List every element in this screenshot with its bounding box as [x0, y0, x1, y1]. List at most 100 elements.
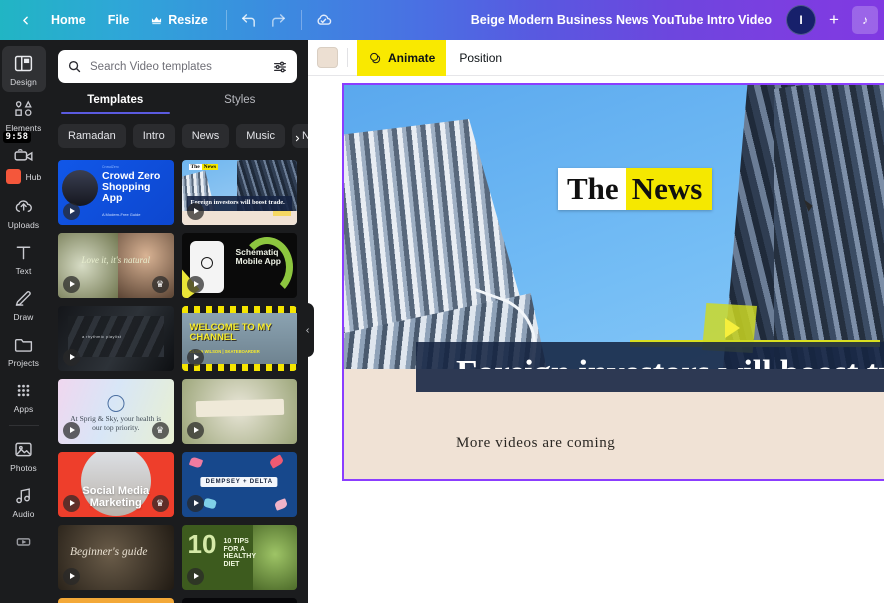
editor-area: Animate Position The News More videos ar… — [308, 39, 884, 603]
template-title: Beginner's guide — [70, 545, 148, 558]
resize-label: Resize — [168, 13, 208, 27]
redo-button[interactable] — [264, 5, 294, 35]
template-card[interactable]: Social Media Marketing ♛ — [58, 451, 174, 517]
share-button[interactable]: ♪ — [852, 6, 878, 34]
sidebar-item-more[interactable] — [2, 524, 46, 557]
design-canvas[interactable]: The News Foreign investors will boost tr… — [342, 83, 884, 481]
template-banner — [195, 398, 284, 417]
template-card[interactable]: 10 10 TIPS FOR A HEALTHY DIET — [181, 524, 297, 590]
template-card[interactable]: WELCOME TO MY CHANNEL OLIVIA WILSON | SK… — [181, 305, 297, 371]
chevron-right-icon — [295, 135, 299, 141]
position-label: Position — [459, 50, 503, 65]
canvas-area[interactable]: The News Foreign investors will boost tr… — [308, 76, 884, 513]
top-bar: Home File Resize Beige Modern Business N… — [0, 0, 884, 40]
photos-icon — [15, 442, 32, 457]
toolbar-divider-2 — [300, 10, 302, 30]
avatar[interactable]: I — [786, 5, 816, 35]
undo-button[interactable] — [234, 5, 264, 35]
template-play-button[interactable] — [186, 567, 204, 585]
template-play-button[interactable] — [63, 275, 80, 293]
template-title: Foreign investors will boost trade. — [190, 199, 285, 206]
template-emblem — [107, 394, 125, 412]
template-card[interactable]: The News Foreign investors will boost tra… — [181, 160, 297, 225]
chip-music[interactable]: Music — [236, 124, 285, 148]
home-button[interactable]: Home — [40, 7, 97, 33]
position-button[interactable]: Position — [448, 43, 513, 73]
top-bar-left-group: Home File Resize — [0, 5, 339, 35]
design-icon — [14, 55, 33, 72]
sidebar-item-draw[interactable]: Draw — [2, 281, 46, 327]
chips-scroll-right-button[interactable] — [288, 126, 306, 148]
template-play-button[interactable] — [63, 567, 80, 585]
template-brand: CrowdZero — [102, 165, 119, 169]
template-play-button[interactable] — [186, 275, 204, 293]
template-deco-4 — [273, 498, 289, 511]
more-icon — [16, 538, 31, 546]
template-card[interactable] — [181, 378, 297, 444]
recording-timer-badge: 9:58 — [2, 131, 32, 143]
record-stop-icon[interactable] — [5, 169, 21, 184]
file-menu-button[interactable]: File — [97, 7, 141, 33]
template-play-button[interactable] — [63, 421, 80, 439]
template-play-button[interactable] — [63, 494, 80, 512]
template-title: Schematiq Mobile App — [235, 246, 281, 267]
tab-templates[interactable]: Templates — [53, 94, 178, 114]
color-swatch-button[interactable] — [317, 47, 338, 68]
animate-button[interactable]: Animate — [357, 39, 447, 76]
sidebar-item-design[interactable]: Design — [1, 46, 46, 92]
search-input[interactable] — [90, 60, 264, 73]
canvas-footer-text[interactable]: More videos are coming — [456, 435, 615, 452]
template-deco-2 — [268, 454, 285, 469]
cloud-save-button[interactable] — [309, 5, 339, 35]
template-card[interactable]: Bleu Vox PRODUCTIONS — [181, 597, 297, 603]
sidebar-label-photos: Photos — [10, 463, 37, 473]
sidebar-item-apps[interactable]: Apps — [2, 373, 46, 419]
template-play-button[interactable] — [186, 202, 204, 220]
template-card[interactable]: LIVE STREAM — [58, 597, 174, 603]
rail-divider — [8, 425, 39, 426]
filter-sliders-icon[interactable] — [272, 59, 288, 75]
apps-icon — [17, 384, 30, 397]
template-phone-ring — [200, 256, 213, 269]
template-play-button[interactable] — [186, 348, 204, 366]
sidebar-item-text[interactable]: Text — [2, 235, 46, 281]
template-subtitle: A Modern-Free Guide — [102, 211, 141, 217]
template-card[interactable]: DEMPSEY + DELTA — [181, 451, 297, 517]
elements-icon — [15, 100, 32, 116]
tab-styles[interactable]: Styles — [178, 94, 303, 114]
sidebar-item-audio[interactable]: Audio — [2, 478, 46, 524]
sidebar-item-projects[interactable]: Projects — [2, 327, 46, 373]
invite-members-button[interactable]: + — [820, 6, 848, 34]
template-caption: a rhythmic playlist — [82, 333, 122, 339]
template-play-button[interactable] — [63, 202, 80, 220]
editor-toolbar: Animate Position — [308, 39, 884, 76]
back-button[interactable] — [10, 5, 40, 35]
sidebar-label-hub: Hub — [25, 171, 42, 182]
cloud-saved-icon — [317, 14, 332, 25]
template-more-chip — [273, 210, 291, 216]
template-play-button[interactable] — [63, 348, 80, 366]
document-title[interactable]: Beige Modern Business News YouTube Intro… — [461, 7, 782, 33]
template-card[interactable]: Beginner's guide — [58, 524, 174, 590]
sidebar-label-projects: Projects — [7, 358, 40, 368]
resize-button[interactable]: Resize — [140, 7, 219, 33]
collapse-panel-button[interactable] — [301, 303, 314, 357]
sidebar-item-hub[interactable]: 9:58 Hub — [2, 131, 46, 189]
template-play-button[interactable] — [186, 421, 204, 439]
search-box[interactable] — [58, 50, 297, 83]
chip-ramadan[interactable]: Ramadan — [58, 124, 126, 148]
template-card[interactable]: Schematiq Mobile App — [181, 232, 297, 298]
chip-intro[interactable]: Intro — [132, 124, 175, 148]
sidebar-item-uploads[interactable]: Uploads — [2, 189, 46, 235]
tab-templates-label: Templates — [87, 94, 144, 106]
template-card[interactable]: At Sprig & Sky, your health is our top p… — [58, 378, 174, 444]
tab-styles-label: Styles — [224, 94, 256, 106]
search-wrapper — [47, 40, 308, 83]
chip-news[interactable]: News — [181, 124, 230, 148]
template-play-button[interactable] — [186, 494, 204, 512]
canvas-news-logo[interactable]: The News — [558, 168, 713, 210]
template-card[interactable]: Love it, it's natural ♛ — [58, 232, 174, 298]
template-card[interactable]: CrowdZero Crowd Zero Shopping App A Mode… — [58, 160, 174, 225]
sidebar-item-photos[interactable]: Photos — [2, 432, 46, 478]
template-card[interactable]: a rhythmic playlist — [58, 305, 174, 371]
